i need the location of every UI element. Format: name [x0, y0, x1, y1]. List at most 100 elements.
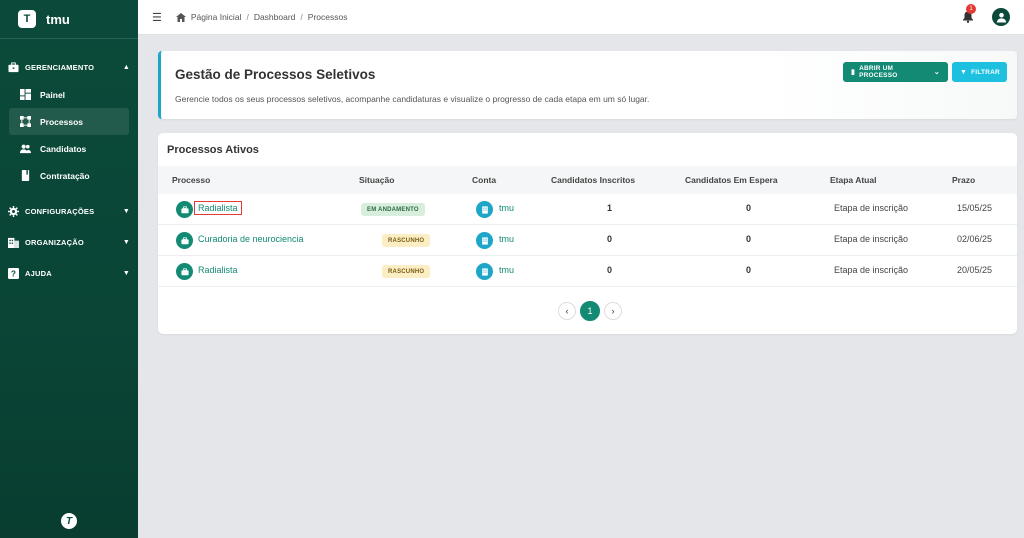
current-stage: Etapa de inscrição — [834, 265, 909, 275]
process-link[interactable]: Radialista — [194, 201, 242, 215]
page-title: Gestão de Processos Seletivos — [175, 67, 376, 82]
filter-icon: ▼ — [960, 68, 968, 76]
section-organizacao[interactable]: ORGANIZAÇÃO ▼ — [0, 228, 138, 256]
people-icon — [20, 144, 31, 154]
notification-badge: 1 — [966, 4, 976, 14]
sidebar-item-painel[interactable]: Painel — [9, 81, 129, 108]
status-badge: RASCUNHO — [382, 234, 431, 247]
chevron-down-icon: ▼ — [122, 269, 130, 277]
topbar: ☰ Página Inicial / Dashboard / Processos… — [138, 0, 1024, 35]
breadcrumb-home[interactable]: Página Inicial — [191, 12, 242, 22]
section-label: CONFIGURAÇÕES — [25, 206, 95, 216]
sidebar-item-label: Painel — [40, 89, 66, 100]
divider — [0, 38, 138, 39]
breadcrumb-separator: / — [300, 12, 303, 22]
candidates-waiting: 0 — [746, 234, 752, 244]
deadline: 02/06/25 — [957, 234, 993, 244]
deadline: 20/05/25 — [957, 265, 993, 275]
page-description: Gerencie todos os seus processos seletiv… — [175, 94, 650, 104]
account-link[interactable]: tmu — [499, 265, 514, 275]
page-1-button[interactable]: 1 — [580, 301, 600, 321]
page-header-card: Gestão de Processos Seletivos Gerencie t… — [158, 51, 1017, 119]
gear-icon — [8, 205, 19, 217]
sidebar-item-processos[interactable]: Processos — [9, 108, 129, 135]
filter-label: FILTRAR — [971, 68, 1000, 76]
sidebar: T tmu GERENCIAMENTO ▲ Painel Processos C… — [0, 0, 138, 538]
briefcase-icon — [176, 263, 193, 280]
prev-page-button[interactable]: ‹ — [558, 302, 576, 320]
breadcrumb-current: Processos — [307, 12, 348, 22]
table-row[interactable]: Radialista RASCUNHO tmu 0 0 Etapa de ins… — [158, 256, 1017, 287]
chevron-down-icon: ▼ — [122, 207, 130, 215]
svg-text:?: ? — [11, 269, 16, 278]
table-title: Processos Ativos — [167, 144, 259, 156]
dashboard-icon — [20, 89, 31, 100]
open-process-button[interactable]: ▮ ABRIR UM PROCESSO ⌄ — [843, 62, 948, 82]
candidates-registered: 0 — [607, 265, 613, 275]
building-icon — [8, 237, 19, 248]
building-icon — [476, 201, 493, 218]
table-row[interactable]: Radialista EM ANDAMENTO tmu 1 0 Etapa de… — [158, 194, 1017, 225]
deadline: 15/05/25 — [957, 203, 993, 213]
brand-logo: T — [18, 10, 36, 28]
topbar-actions: 1 — [962, 4, 1010, 26]
col-conta: Conta — [472, 175, 497, 185]
help-icon: ? — [8, 267, 19, 279]
next-page-button[interactable]: › — [604, 302, 622, 320]
sidebar-item-label: Contratação — [40, 170, 90, 181]
col-etapa: Etapa Atual — [830, 175, 877, 185]
filter-button[interactable]: ▼ FILTRAR — [952, 62, 1007, 82]
current-stage: Etapa de inscrição — [834, 203, 909, 213]
candidates-waiting: 0 — [746, 265, 752, 275]
breadcrumb: Página Inicial / Dashboard / Processos — [175, 12, 348, 22]
chevron-down-icon: ▼ — [122, 238, 130, 246]
section-gerenciamento[interactable]: GERENCIAMENTO ▲ — [0, 53, 138, 81]
candidates-registered: 1 — [607, 203, 613, 213]
section-configuracoes[interactable]: CONFIGURAÇÕES ▼ — [0, 197, 138, 225]
avatar[interactable] — [992, 8, 1010, 26]
section-label: ORGANIZAÇÃO — [25, 237, 84, 247]
current-stage: Etapa de inscrição — [834, 234, 909, 244]
candidates-registered: 0 — [607, 234, 613, 244]
notifications-button[interactable]: 1 — [962, 4, 976, 23]
section-label: GERENCIAMENTO — [25, 62, 95, 72]
chevron-up-icon: ▲ — [122, 63, 130, 71]
footer-logo: T — [61, 513, 77, 529]
user-icon — [996, 12, 1006, 23]
book-icon — [21, 170, 30, 181]
building-icon — [476, 232, 493, 249]
sidebar-item-label: Processos — [40, 116, 83, 127]
col-prazo: Prazo — [952, 175, 976, 185]
building-icon — [476, 263, 493, 280]
table-row[interactable]: Curadoria de neurociencia RASCUNHO tmu 0… — [158, 225, 1017, 256]
chevron-down-icon: ⌄ — [933, 69, 940, 76]
sidebar-item-label: Candidatos — [40, 143, 87, 154]
sidebar-item-candidatos[interactable]: Candidatos — [9, 135, 129, 162]
brand[interactable]: T tmu — [0, 0, 138, 38]
table-header: Processo Situação Conta Candidatos Inscr… — [158, 166, 1017, 194]
home-icon[interactable] — [175, 12, 186, 22]
briefcase-icon — [8, 61, 19, 72]
hamburger-menu-icon[interactable]: ☰ — [152, 11, 162, 24]
breadcrumb-separator: / — [246, 12, 249, 22]
breadcrumb-dashboard[interactable]: Dashboard — [254, 12, 296, 22]
brand-name: tmu — [46, 11, 70, 27]
status-badge: EM ANDAMENTO — [361, 203, 425, 216]
briefcase-icon — [176, 232, 193, 249]
sidebar-item-contratacao[interactable]: Contratação — [9, 162, 129, 189]
section-label: AJUDA — [25, 268, 52, 278]
col-espera: Candidatos Em Espera — [685, 175, 778, 185]
section-ajuda[interactable]: ? AJUDA ▼ — [0, 259, 138, 287]
document-icon: ▮ — [851, 69, 856, 76]
candidates-waiting: 0 — [746, 203, 752, 213]
account-link[interactable]: tmu — [499, 234, 514, 244]
process-icon — [20, 116, 31, 127]
status-badge: RASCUNHO — [382, 265, 431, 278]
processes-table-card: Processos Ativos Processo Situação Conta… — [158, 133, 1017, 334]
process-link[interactable]: Curadoria de neurociencia — [198, 234, 304, 244]
col-situacao: Situação — [359, 175, 395, 185]
col-processo: Processo — [172, 175, 211, 185]
open-process-label: ABRIR UM PROCESSO — [859, 65, 898, 79]
process-link[interactable]: Radialista — [198, 265, 238, 275]
account-link[interactable]: tmu — [499, 203, 514, 213]
